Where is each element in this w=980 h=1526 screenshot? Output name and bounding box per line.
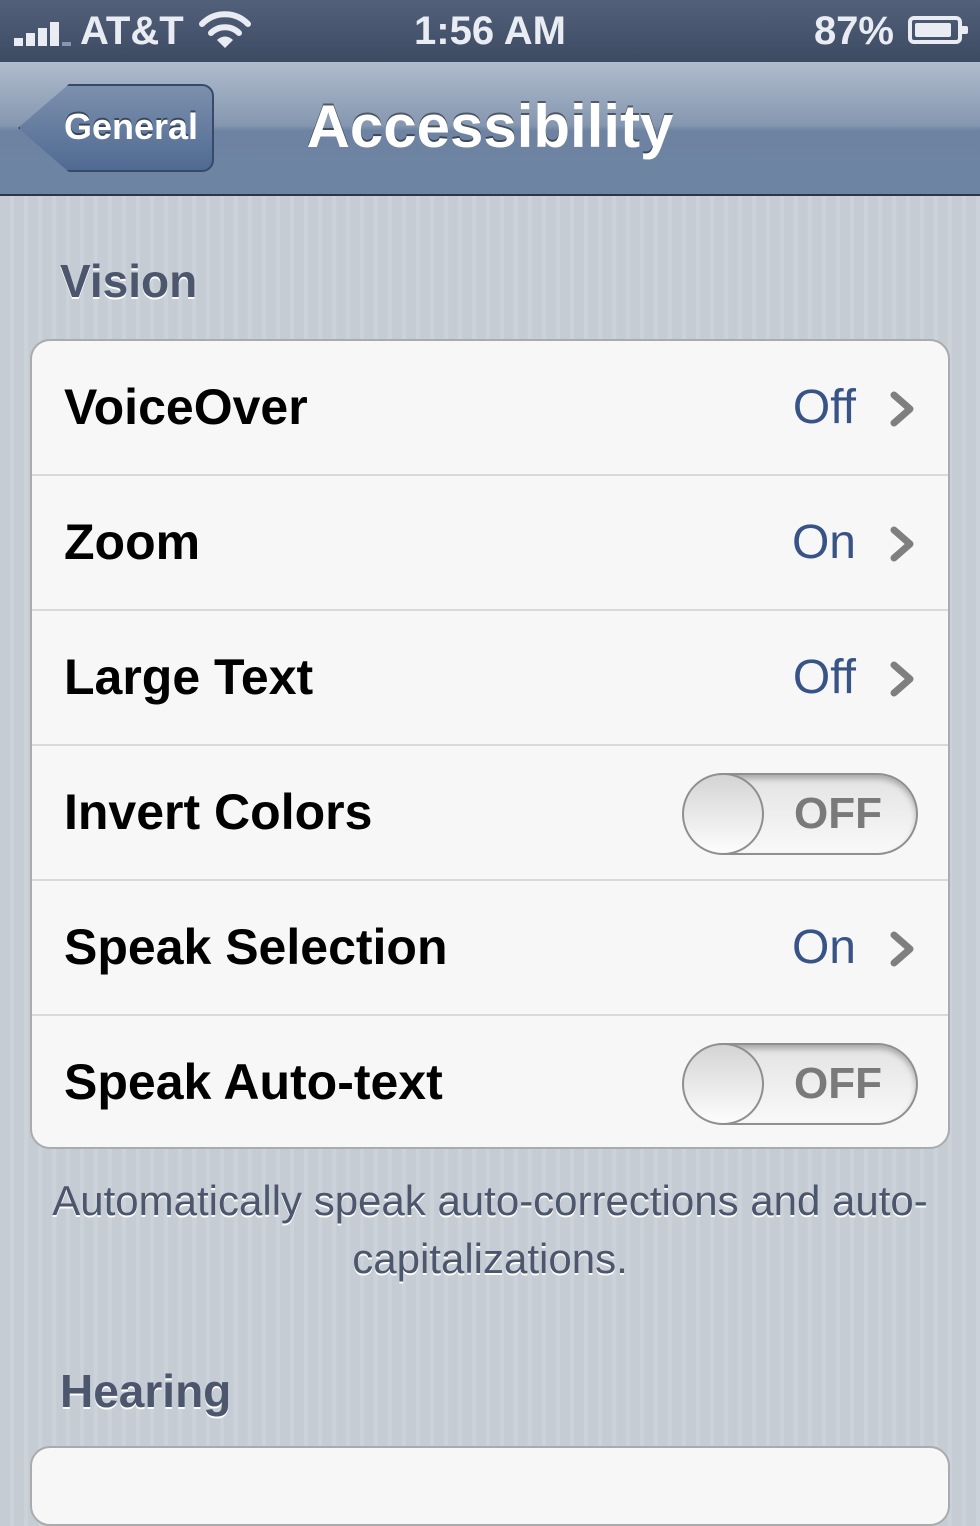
row-label: VoiceOver [64, 379, 308, 435]
battery-icon [908, 16, 968, 44]
settings-group-hearing [30, 1446, 950, 1526]
status-bar: AT&T 1:56 AM 87% [0, 0, 980, 62]
row-voiceover[interactable]: VoiceOver Off [32, 341, 948, 476]
row-invert-colors: Invert Colors OFF [32, 746, 948, 881]
chevron-right-icon [890, 526, 914, 562]
page-title: Accessibility [306, 93, 674, 160]
speak-auto-text-toggle[interactable]: OFF [682, 1043, 918, 1125]
row-label: Invert Colors [64, 784, 373, 840]
toggle-knob[interactable] [684, 775, 764, 853]
row-large-text[interactable]: Large Text Off [32, 611, 948, 746]
row-label: Speak Selection [64, 919, 448, 975]
row-label: Zoom [64, 514, 201, 570]
row-value: On [791, 516, 856, 569]
section-footer-note: Automatically speak auto-corrections and… [52, 1177, 928, 1282]
row-label: Speak Auto-text [64, 1054, 443, 1110]
settings-group-vision: VoiceOver Off Zoom On Large Text Off Inv… [30, 339, 950, 1149]
row-value: Off [792, 651, 856, 704]
row-value: On [791, 921, 856, 974]
toggle-state-label: OFF [794, 789, 882, 838]
section-header-vision: Vision [60, 255, 198, 307]
chevron-right-icon [890, 391, 914, 427]
row-label: Large Text [64, 649, 314, 705]
battery-percent: 87% [813, 9, 894, 53]
chevron-right-icon [890, 661, 914, 697]
row-speak-auto-text: Speak Auto-text OFF [32, 1016, 948, 1147]
navigation-bar: General Accessibility [0, 62, 980, 196]
row-speak-selection[interactable]: Speak Selection On [32, 881, 948, 1016]
row-zoom[interactable]: Zoom On [32, 476, 948, 611]
section-header-hearing: Hearing [60, 1365, 232, 1417]
invert-colors-toggle[interactable]: OFF [682, 773, 918, 855]
toggle-knob[interactable] [684, 1045, 764, 1123]
toggle-state-label: OFF [794, 1059, 882, 1108]
row-value: Off [792, 381, 856, 434]
chevron-right-icon [890, 931, 914, 967]
